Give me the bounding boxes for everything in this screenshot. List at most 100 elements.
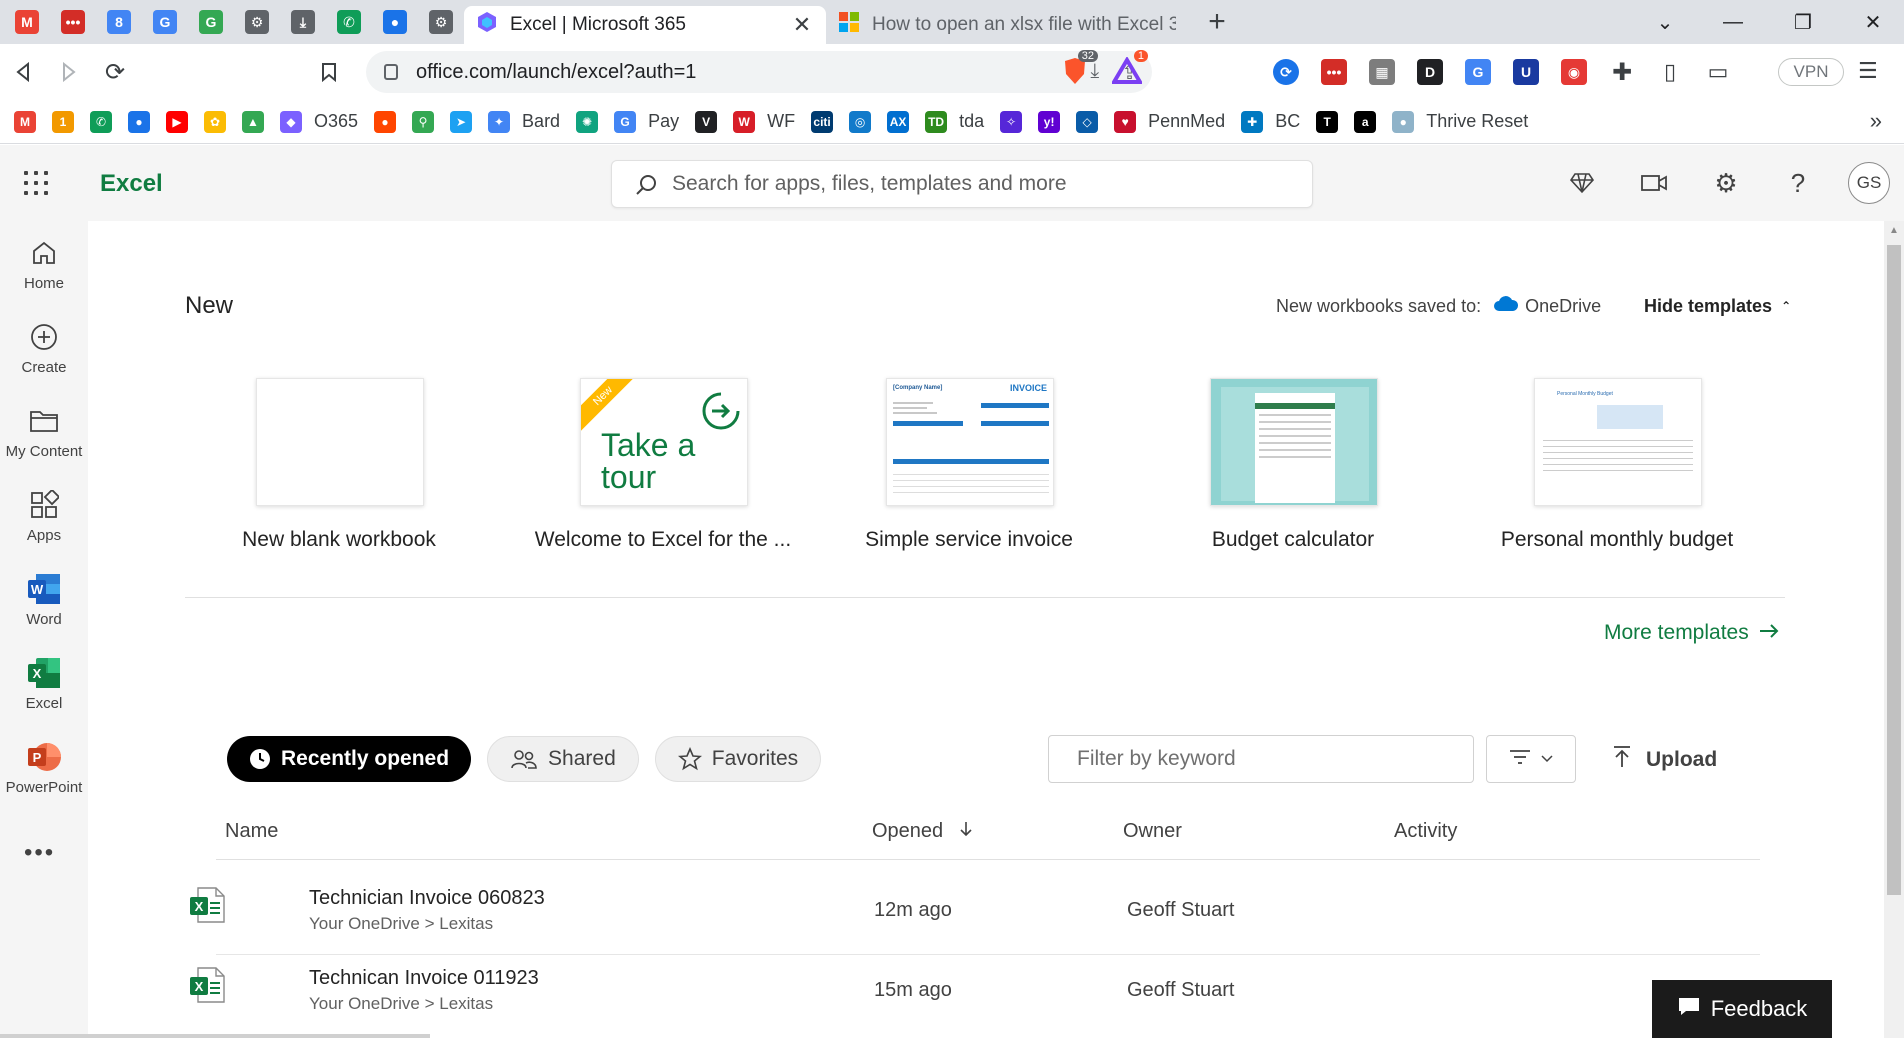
scroll-thumb[interactable]	[1887, 245, 1901, 895]
browser-menu-icon[interactable]: ☰	[1858, 58, 1878, 84]
bookmark-item[interactable]: AX	[879, 105, 917, 139]
pinned-tab[interactable]: 8	[96, 0, 142, 44]
recently-opened-pill[interactable]: Recently opened	[227, 736, 472, 782]
hide-templates-button[interactable]: Hide templates ⌃	[1644, 296, 1791, 317]
feedback-button[interactable]: Feedback	[1652, 980, 1832, 1038]
rail-item-excel[interactable]: X Excel	[0, 653, 88, 727]
bookmark-item[interactable]: ▲	[234, 105, 272, 139]
file-name[interactable]: Technican Invoice 011923	[309, 967, 539, 990]
premium-diamond-icon[interactable]	[1566, 167, 1598, 199]
bookmark-item[interactable]: ▶	[158, 105, 196, 139]
shared-pill[interactable]: Shared	[487, 736, 639, 782]
brave-shields-icon[interactable]: 32	[1060, 50, 1098, 88]
video-icon[interactable]	[1638, 167, 1670, 199]
pinned-tab[interactable]: G	[188, 0, 234, 44]
help-icon[interactable]: ?	[1782, 167, 1814, 199]
rail-item-powerpoint[interactable]: P PowerPoint	[0, 737, 88, 811]
filter-keyword-input[interactable]: Filter by keyword	[1048, 735, 1474, 783]
tab-search-icon[interactable]: ⌄	[1630, 0, 1700, 44]
brave-rewards-icon[interactable]: 1	[1112, 50, 1148, 88]
bookmark-item[interactable]: citi	[803, 105, 841, 139]
bookmark-item[interactable]: ●	[366, 105, 404, 139]
favorites-pill[interactable]: Favorites	[654, 736, 822, 782]
bookmark-item[interactable]: T	[1308, 105, 1346, 139]
pinned-tab[interactable]: ⚙	[418, 0, 464, 44]
google-translate-icon[interactable]: G	[1454, 44, 1502, 100]
bookmark-item[interactable]: ● Thrive Reset	[1384, 105, 1536, 139]
more-apps-icon[interactable]: •••	[24, 839, 55, 867]
bookmark-item[interactable]: ⚲	[404, 105, 442, 139]
bookmark-item[interactable]: V	[687, 105, 725, 139]
sort-filter-button[interactable]	[1486, 735, 1576, 783]
back-icon[interactable]	[0, 49, 46, 95]
wallet-icon[interactable]: ▭	[1694, 44, 1742, 100]
pinned-tab[interactable]: ⚙	[234, 0, 280, 44]
bookmark-item[interactable]: ✧	[992, 105, 1030, 139]
page-scrollbar[interactable]: ▲	[1884, 221, 1904, 1038]
bookmark-item[interactable]: ◇	[1068, 105, 1106, 139]
app-launcher-icon[interactable]	[24, 171, 48, 195]
more-templates-link[interactable]: More templates	[1604, 621, 1779, 645]
restore-icon[interactable]: ❐	[1768, 0, 1838, 44]
forward-icon[interactable]	[46, 49, 92, 95]
close-tab-icon[interactable]: ✕	[790, 12, 814, 38]
bookmark-item[interactable]: ♥ PennMed	[1106, 105, 1233, 139]
bookmark-item[interactable]: ◆ O365	[272, 105, 366, 139]
column-header-owner[interactable]: Owner	[1123, 820, 1182, 843]
extensions-puzzle-icon[interactable]: ✚	[1598, 44, 1646, 100]
bookmark-item[interactable]: ●	[120, 105, 158, 139]
close-window-icon[interactable]: ✕	[1838, 0, 1904, 44]
upload-button[interactable]: Upload	[1612, 745, 1717, 775]
reload-icon[interactable]: ⟳	[92, 49, 138, 95]
minimize-icon[interactable]: —	[1698, 0, 1768, 44]
sidebar-icon[interactable]: ▯	[1646, 44, 1694, 100]
file-name[interactable]: Technician Invoice 060823	[309, 887, 545, 910]
tab-excel[interactable]: Excel | Microsoft 365 ✕	[464, 6, 826, 44]
screenshot-extension-icon[interactable]: ▦	[1358, 44, 1406, 100]
new-tab-button[interactable]: +	[1202, 5, 1232, 39]
rail-item-create[interactable]: Create	[0, 317, 88, 391]
more-bookmarks-icon[interactable]: »	[1870, 108, 1882, 134]
pinned-tab[interactable]: M	[4, 0, 50, 44]
pinned-tab[interactable]: •••	[50, 0, 96, 44]
bookmark-item[interactable]: y!	[1030, 105, 1068, 139]
bookmark-item[interactable]: 1	[44, 105, 82, 139]
pinned-tab[interactable]: G	[142, 0, 188, 44]
translate-globe-icon[interactable]: ⟳	[1262, 44, 1310, 100]
bookmark-item[interactable]: ➤	[442, 105, 480, 139]
pinned-tab[interactable]: ⤓	[280, 0, 326, 44]
template-simple-service-invoice[interactable]: [Company Name] INVOICE Simple service in…	[804, 378, 1104, 551]
bookmark-icon[interactable]	[306, 49, 352, 95]
address-bar[interactable]: office.com/launch/excel?auth=1 ⤓ ⇪	[366, 51, 1152, 93]
rail-item-apps[interactable]: Apps	[0, 485, 88, 559]
template-budget-calculator[interactable]: Budget calculator	[1128, 378, 1428, 551]
bookmark-item[interactable]: ✆	[82, 105, 120, 139]
bookmark-item[interactable]: ✚ BC	[1233, 105, 1308, 139]
bookmark-item[interactable]: a	[1346, 105, 1384, 139]
template-take-a-tour[interactable]: New Take a tour Welcome to Excel for the…	[498, 378, 798, 551]
rail-item-my-content[interactable]: My Content	[0, 401, 88, 475]
rail-item-word[interactable]: W Word	[0, 569, 88, 643]
search-input[interactable]: Search for apps, files, templates and mo…	[611, 160, 1313, 208]
pinned-tab[interactable]: ●	[372, 0, 418, 44]
bookmark-item[interactable]: W WF	[725, 105, 803, 139]
column-header-name[interactable]: Name	[225, 820, 278, 843]
red-extension-icon[interactable]: ◉	[1550, 44, 1598, 100]
lastpass-extension-icon[interactable]: •••	[1310, 44, 1358, 100]
vpn-button[interactable]: VPN	[1778, 58, 1844, 86]
template-personal-monthly-budget[interactable]: Personal Monthly Budget Personal monthly…	[1452, 378, 1752, 551]
bookmark-item[interactable]: ✺	[568, 105, 606, 139]
app-name[interactable]: Excel	[100, 170, 163, 198]
template-blank-workbook[interactable]: New blank workbook	[174, 378, 474, 551]
bookmark-item[interactable]: G Pay	[606, 105, 687, 139]
settings-gear-icon[interactable]: ⚙	[1710, 167, 1742, 199]
scroll-up-icon[interactable]: ▲	[1889, 225, 1899, 236]
tab-how-to[interactable]: How to open an xlsx file with Excel 365	[826, 6, 1188, 44]
bookmark-item[interactable]: TD tda	[917, 105, 992, 139]
rail-item-home[interactable]: Home	[0, 233, 88, 307]
avatar[interactable]: GS	[1848, 162, 1890, 204]
u-extension-icon[interactable]: U	[1502, 44, 1550, 100]
bookmark-item[interactable]: M	[6, 105, 44, 139]
saved-to-service[interactable]: OneDrive	[1525, 296, 1601, 317]
install-app-icon[interactable]: ⤓	[1090, 60, 1099, 85]
